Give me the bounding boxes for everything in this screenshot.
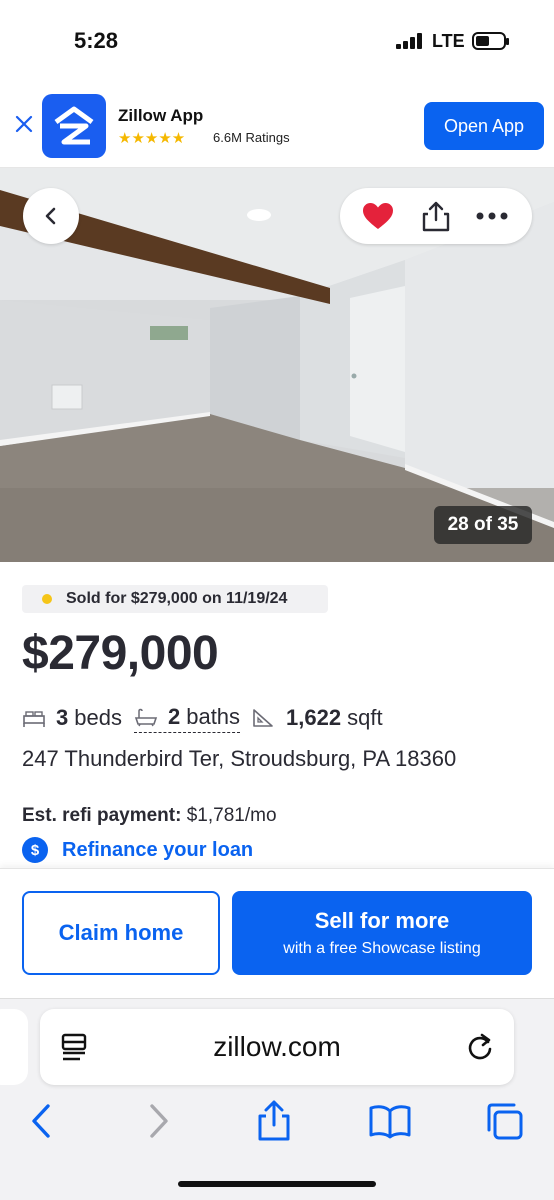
status-badge: Sold for $279,000 on 11/19/24 [22,585,328,613]
refi-payment: Est. refi payment: $1,781/mo [22,805,277,827]
signal-icon [396,33,422,49]
refi-label: Est. refi payment: [22,805,182,826]
browser-chrome: zillow.com [0,998,554,1200]
beds-fact: 3 beds [22,705,122,731]
browser-toolbar [0,1099,554,1149]
bed-icon [23,711,45,727]
battery-icon [472,32,509,50]
address-bar[interactable]: zillow.com [40,1009,514,1085]
beds-label: beds [74,705,122,730]
heart-icon[interactable] [362,202,394,230]
sell-for-more-button[interactable]: Sell for more with a free Showcase listi… [232,891,532,975]
sell-subtitle: with a free Showcase listing [283,940,481,957]
baths-value: 2 [167,703,181,729]
bottom-action-bar: Claim home Sell for more with a free Sho… [0,868,554,998]
home-facts: 3 beds 2 baths 1,622 sqft [22,702,383,734]
zillow-logo [42,94,106,158]
sell-title: Sell for more [314,908,450,933]
refinance-link-label[interactable]: Refinance your loan [62,839,253,862]
more-icon[interactable] [474,202,510,230]
back-arrow-icon[interactable] [28,1103,54,1139]
baths-label: baths [186,703,241,729]
url-text[interactable]: zillow.com [40,1031,514,1063]
reload-icon[interactable] [464,1031,496,1063]
back-icon [45,207,56,225]
refi-value: $1,781/mo [186,805,277,826]
status-bar: 5:28 LTE [0,0,554,86]
app-name: Zillow App [118,106,204,125]
listing-actions [340,188,532,244]
status-time: 5:28 [74,28,119,53]
beds-value: 3 [56,705,69,730]
close-icon[interactable] [12,112,36,136]
refinance-link[interactable]: $ Refinance your loan [22,837,253,863]
home-indicator [178,1181,376,1187]
sold-text: Sold for $279,000 on 11/19/24 [66,590,288,607]
app-install-banner: Zillow App ★★★★★ 6.6M Ratings Open App [0,86,554,168]
claim-home-button[interactable]: Claim home [22,891,220,975]
sqft-label: sqft [347,705,383,730]
ratings-count: 6.6M Ratings [213,130,290,145]
sold-dot-icon [42,594,52,604]
listing-price: $279,000 [22,627,219,680]
share-icon[interactable] [420,200,452,232]
share-icon[interactable] [256,1099,292,1141]
ruler-icon [253,709,273,727]
tabs-icon[interactable] [484,1101,526,1141]
open-app-button[interactable]: Open App [424,102,544,150]
network-label: LTE [432,31,465,51]
forward-arrow-icon[interactable] [146,1103,172,1139]
previous-tab-preview[interactable] [0,1009,28,1085]
listing-address: 247 Thunderbird Ter, Stroudsburg, PA 183… [22,746,457,771]
sqft-value: 1,622 [286,705,342,730]
baths-fact[interactable]: 2 baths [133,703,241,733]
sqft-fact: 1,622 sqft [252,705,383,731]
star-rating-icon: ★★★★★ [118,130,186,147]
dollar-icon: $ [22,837,48,863]
bath-icon [134,708,158,726]
bookmarks-icon[interactable] [368,1103,412,1139]
back-button[interactable] [23,188,79,244]
photo-counter: 28 of 35 [434,506,532,544]
